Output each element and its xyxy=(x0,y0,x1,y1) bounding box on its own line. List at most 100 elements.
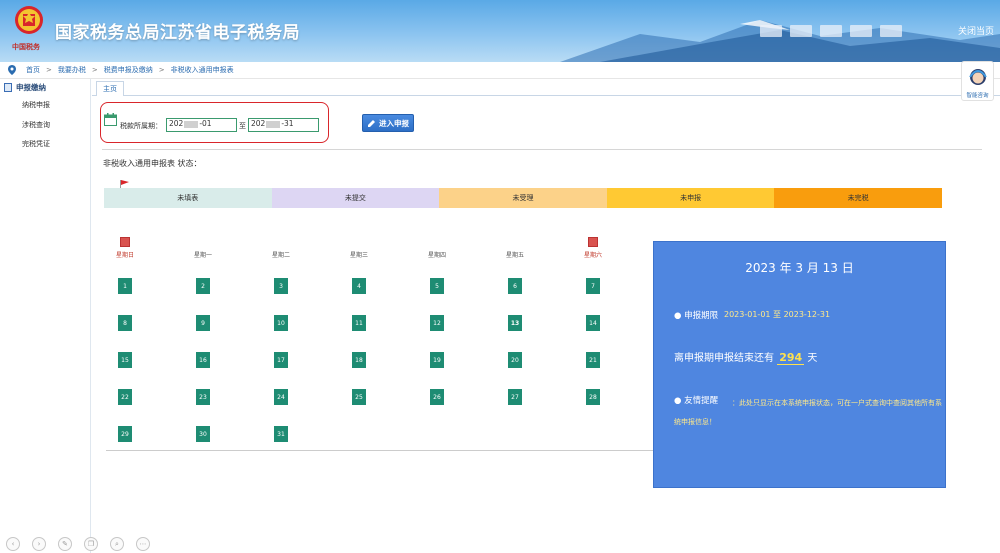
assistant-icon xyxy=(968,69,987,85)
period-to-label: 至 xyxy=(239,122,246,130)
calendar-day[interactable]: 18 xyxy=(352,352,366,368)
status-title: 非税收入通用申报表 状态： xyxy=(103,159,202,168)
calendar-day[interactable]: 15 xyxy=(118,352,132,368)
calendar-day[interactable]: 12 xyxy=(430,315,444,331)
info-panel: 2023 年 3 月 13 日 ● 申报期限 2023-01-01 至 2023… xyxy=(653,241,946,488)
breadcrumb-item-declare[interactable]: 税费申报及缴纳 xyxy=(104,65,153,75)
calendar-day[interactable]: 7 xyxy=(586,278,600,294)
divider xyxy=(102,149,982,150)
info-tip-label: ● 友情提醒 xyxy=(674,396,719,406)
calendar-day[interactable]: 1 xyxy=(118,278,132,294)
calendar-day[interactable]: 24 xyxy=(274,389,288,405)
calendar-day[interactable]: 6 xyxy=(508,278,522,294)
calendar-day[interactable]: 4 xyxy=(352,278,366,294)
calendar-rule xyxy=(106,450,660,451)
calendar: 星期日 星期一 星期二 星期三 星期四 星期五 星期六 1 2 3 4 5 6 7 8 9 10 11 12 13 14… xyxy=(104,234,660,451)
sidebar-item-tax-query[interactable]: 涉税查询 xyxy=(22,120,50,130)
period-from-field[interactable]: 202 -01 xyxy=(166,118,237,132)
tax-emblem-icon xyxy=(15,6,43,34)
enter-declare-label: 进入申报 xyxy=(379,118,409,128)
calendar-day[interactable]: 8 xyxy=(118,315,132,331)
calendar-day[interactable]: 22 xyxy=(118,389,132,405)
sidebar: 申报缴纳 纳税申报 涉税查询 完税凭证 xyxy=(0,79,91,553)
calendar-day[interactable]: 21 xyxy=(586,352,600,368)
period-from-suffix: -01 xyxy=(199,119,212,128)
calendar-day[interactable]: 26 xyxy=(430,389,444,405)
site-title: 国家税务总局江苏省电子税务局 xyxy=(55,23,300,43)
calendar-day[interactable]: 20 xyxy=(508,352,522,368)
weekday-label: 星期六 xyxy=(583,252,602,259)
copy-icon[interactable]: ❐ xyxy=(84,537,98,551)
edit-icon xyxy=(368,119,375,127)
period-to-value: 202 xyxy=(251,119,266,128)
bottom-toolbar: ‹ › ✎ ❐ ⌕ ⋯ xyxy=(6,537,150,551)
smart-assistant-button[interactable]: 智能咨询 xyxy=(961,61,994,101)
status-legend: 未填表 未提交 未受理 未申报 未完税 xyxy=(104,188,942,208)
calendar-day[interactable]: 17 xyxy=(274,352,288,368)
status-segment: 未完税 xyxy=(774,188,942,208)
status-segment: 未申报 xyxy=(606,188,775,208)
calendar-day[interactable]: 29 xyxy=(118,426,132,442)
info-period-value: 2023-01-01 至 2023-12-31 xyxy=(724,310,831,319)
weekday-label: 星期日 xyxy=(115,252,134,259)
calendar-day[interactable]: 27 xyxy=(508,389,522,405)
status-segment: 未受理 xyxy=(439,188,607,208)
status-segment: 未填表 xyxy=(104,188,272,208)
calendar-day[interactable]: 10 xyxy=(274,315,288,331)
breadcrumb-item-home[interactable]: 首页 xyxy=(26,65,40,75)
more-icon[interactable]: ⋯ xyxy=(136,537,150,551)
calendar-day[interactable]: 5 xyxy=(430,278,444,294)
weekday-label: 星期四 xyxy=(427,252,446,259)
calendar-day[interactable]: 14 xyxy=(586,315,600,331)
remaining-suffix: 天 xyxy=(807,353,818,364)
info-date: 2023 年 3 月 13 日 xyxy=(745,261,854,275)
calendar-day[interactable]: 30 xyxy=(196,426,210,442)
tab-bar: 主页 xyxy=(92,79,1000,96)
tab-home[interactable]: 主页 xyxy=(96,81,124,96)
calendar-day[interactable]: 31 xyxy=(274,426,288,442)
weekend-marker-icon xyxy=(120,237,130,247)
assistant-label: 智能咨询 xyxy=(966,93,989,99)
remaining-prefix: 离申报期申报结束还有 xyxy=(674,353,774,364)
calendar-day[interactable]: 16 xyxy=(196,352,210,368)
weekday-label: 星期三 xyxy=(349,252,368,259)
weekday-label: 星期一 xyxy=(193,252,212,259)
calendar-day[interactable]: 23 xyxy=(196,389,210,405)
forward-icon[interactable]: › xyxy=(32,537,46,551)
main-content: 主页 智能咨询 税款所属期： 202 -01 至 202 -31 进入申报 非税收入… xyxy=(92,61,1000,553)
weekday-label: 星期五 xyxy=(505,252,524,259)
edit-tool-icon[interactable]: ✎ xyxy=(58,537,72,551)
weekend-marker-icon xyxy=(588,237,598,247)
period-to-suffix: -31 xyxy=(281,119,294,128)
sidebar-group-label: 申报缴纳 xyxy=(16,83,46,92)
close-page-link[interactable]: 关闭当页 xyxy=(958,24,994,37)
enter-declare-button[interactable]: 进入申报 xyxy=(362,114,414,132)
info-period-label: ● 申报期限 xyxy=(674,311,719,321)
menu-icon xyxy=(4,83,12,92)
sidebar-item-tax-certificate[interactable]: 完税凭证 xyxy=(22,139,50,149)
calendar-day[interactable]: 11 xyxy=(352,315,366,331)
breadcrumb: 首页 > 我要办税 > 税费申报及缴纳 > 非税收入通用申报表 xyxy=(0,62,1000,79)
period-from-value: 202 xyxy=(169,119,184,128)
period-label: 税款所属期： xyxy=(120,122,162,130)
calendar-day[interactable]: 9 xyxy=(196,315,210,331)
weekday-label: 星期二 xyxy=(271,252,290,259)
calendar-day[interactable]: 25 xyxy=(352,389,366,405)
calendar-day[interactable]: 13 xyxy=(508,315,522,331)
breadcrumb-item-current: 非税收入通用申报表 xyxy=(170,66,234,74)
sidebar-item-tax-declare[interactable]: 纳税申报 xyxy=(22,100,50,110)
back-icon[interactable]: ‹ xyxy=(6,537,20,551)
breadcrumb-item-tax[interactable]: 我要办税 xyxy=(58,65,86,75)
location-pin-icon xyxy=(8,65,16,75)
site-header: 中国税务 国家税务总局江苏省电子税务局 关闭当页 xyxy=(0,0,1000,62)
emblem-caption: 中国税务 xyxy=(12,42,40,51)
info-remaining: 离申报期申报结束还有 294 天 xyxy=(674,349,818,365)
calendar-day[interactable]: 2 xyxy=(196,278,210,294)
sidebar-group[interactable]: 申报缴纳 xyxy=(4,82,46,93)
calendar-day[interactable]: 28 xyxy=(586,389,600,405)
remaining-days: 294 xyxy=(777,351,805,365)
zoom-icon[interactable]: ⌕ xyxy=(110,537,124,551)
calendar-day[interactable]: 19 xyxy=(430,352,444,368)
period-to-field[interactable]: 202 -31 xyxy=(248,118,319,132)
calendar-day[interactable]: 3 xyxy=(274,278,288,294)
